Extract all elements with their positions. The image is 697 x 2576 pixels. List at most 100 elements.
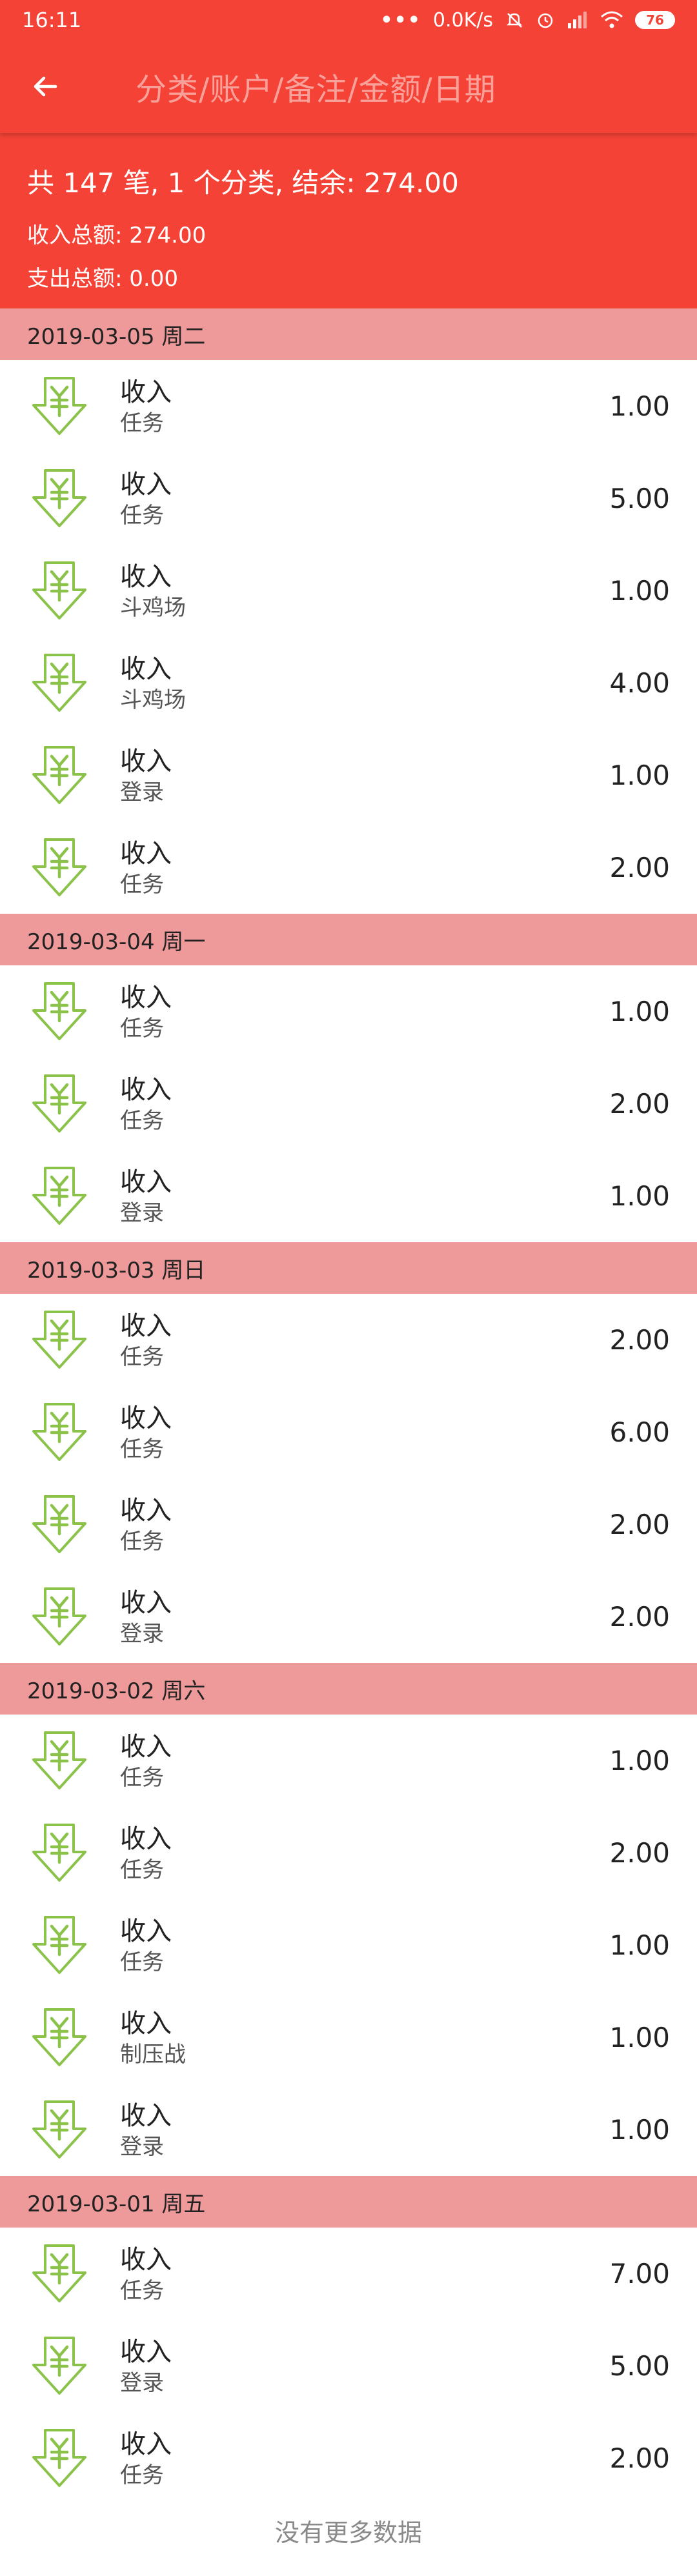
list-item[interactable]: 收入 登录 2.00	[0, 1571, 697, 1663]
item-category: 登录	[120, 1620, 164, 1647]
item-title: 收入	[120, 1824, 172, 1854]
item-title: 收入	[120, 1167, 172, 1197]
list-item[interactable]: 收入 任务 2.00	[0, 1478, 697, 1571]
list-item[interactable]: 收入任务 1.00	[0, 1899, 697, 1991]
income-yuan-icon	[32, 981, 86, 1040]
income-total: 收入总额: 274.00	[27, 223, 207, 248]
list-item[interactable]: 收入 斗鸡场 1.00	[0, 545, 697, 637]
item-category: 任务	[120, 1107, 164, 1134]
item-category: 登录	[120, 779, 164, 805]
item-title: 收入	[120, 1403, 172, 1433]
no-more-data-footer: 没有更多数据	[274, 2518, 422, 2547]
item-title: 收入	[120, 2337, 172, 2367]
list-item[interactable]: 收入 登录 1.00	[0, 1150, 697, 1242]
item-amount: 5.00	[609, 2350, 670, 2382]
net-speed: 0.0K/s	[432, 8, 493, 32]
signal-icon	[567, 10, 589, 30]
income-yuan-icon	[32, 2428, 86, 2487]
list-item[interactable]: 收入 斗鸡场 4.00	[0, 637, 697, 729]
status-icons: ••• 0.0K/s 76	[380, 9, 675, 32]
date-group: 2019-03-05 周二 收入 任务 1.00 收入 任务 5.00 收入 斗鸡场 1.0…	[0, 308, 697, 914]
item-category: 登录	[120, 2133, 164, 2160]
item-amount: 1.00	[609, 575, 670, 607]
item-title: 收入	[120, 1311, 172, 1341]
item-amount: 1.00	[609, 996, 670, 1027]
list-item[interactable]: 收入 制压战 1.00	[0, 1991, 697, 2084]
date-group: 2019-03-04 周一 收入 任务 1.00 收入 任务 2.00 收入 登录 1.00	[0, 914, 697, 1242]
list-item[interactable]: 收入 任务 2.00	[0, 821, 697, 914]
item-amount: 2.00	[609, 1837, 670, 1869]
income-yuan-icon	[32, 1494, 86, 1553]
list-item[interactable]: 收入 任务 2.00	[0, 1058, 697, 1150]
status-bar: 16:11 ••• 0.0K/s 76	[0, 0, 697, 40]
income-yuan-icon	[32, 1166, 86, 1225]
income-yuan-icon	[32, 745, 86, 804]
item-amount: 2.00	[609, 852, 670, 883]
item-category: 任务	[120, 1857, 164, 1883]
item-amount: 1.00	[609, 390, 670, 422]
item-title: 收入	[120, 2429, 172, 2459]
item-category: 任务	[120, 871, 164, 898]
item-title: 收入	[120, 838, 172, 869]
list-item[interactable]: 收入登录 1.00	[0, 729, 697, 821]
item-title: 收入	[120, 2008, 172, 2038]
item-category: 任务	[120, 1949, 164, 1975]
list-item[interactable]: 收入 任务 1.00	[0, 1715, 697, 1807]
income-yuan-icon	[32, 1731, 86, 1789]
date-group: 2019-03-01 周五 收入 任务 7.00 收入 登录 5.00 收入 任务 2.00	[0, 2176, 697, 2504]
list-item[interactable]: 收入 任务 5.00	[0, 452, 697, 545]
battery-icon: 76	[635, 11, 675, 29]
item-category: 登录	[120, 2370, 164, 2396]
back-arrow-icon[interactable]	[26, 67, 65, 106]
income-yuan-icon	[32, 838, 86, 896]
date-group-header: 2019-03-03 周日	[0, 1242, 697, 1294]
list-item[interactable]: 收入 任务 2.00	[0, 2412, 697, 2504]
item-amount: 6.00	[609, 1416, 670, 1448]
income-yuan-icon	[32, 376, 86, 435]
item-category: 制压战	[120, 2041, 186, 2068]
income-yuan-icon	[32, 1823, 86, 1882]
item-title: 收入	[120, 1074, 172, 1105]
status-time: 16:11	[22, 8, 82, 32]
date-group-header: 2019-03-02 周六	[0, 1663, 697, 1715]
income-yuan-icon	[32, 1402, 86, 1461]
date-group-header: 2019-03-01 周五	[0, 2176, 697, 2228]
summary-headline: 共 147 笔, 1 个分类, 结余: 274.00	[27, 167, 459, 199]
list-item[interactable]: 收入 任务 1.00	[0, 965, 697, 1058]
item-amount: 1.00	[609, 760, 670, 791]
toolbar: 分类/账户/备注/金额/日期	[0, 40, 697, 133]
list-item[interactable]: 收入 登录 1.00	[0, 2084, 697, 2176]
item-category: 任务	[120, 1436, 164, 1462]
list-item[interactable]: 收入任务 2.00	[0, 1807, 697, 1899]
income-yuan-icon	[32, 2100, 86, 2158]
transaction-list: 2019-03-05 周二 收入 任务 1.00 收入 任务 5.00 收入 斗鸡场 1.0…	[0, 308, 697, 2504]
list-item[interactable]: 收入 任务 2.00	[0, 1294, 697, 1386]
item-amount: 1.00	[609, 1929, 670, 1961]
item-amount: 2.00	[609, 1324, 670, 1356]
item-amount: 1.00	[609, 1745, 670, 1776]
income-yuan-icon	[32, 468, 86, 527]
item-amount: 2.00	[609, 1509, 670, 1540]
income-yuan-icon	[32, 2336, 86, 2395]
income-yuan-icon	[32, 1074, 86, 1132]
item-amount: 5.00	[609, 483, 670, 514]
item-title: 收入	[120, 377, 172, 407]
item-category: 任务	[120, 1764, 164, 1791]
item-title: 收入	[120, 746, 172, 776]
income-yuan-icon	[32, 1587, 86, 1645]
item-title: 收入	[120, 982, 172, 1012]
alarm-icon	[536, 10, 555, 30]
more-notifications-icon: •••	[380, 8, 421, 32]
list-item[interactable]: 收入 任务 7.00	[0, 2228, 697, 2320]
list-item[interactable]: 收入任务 6.00	[0, 1386, 697, 1478]
item-category: 斗鸡场	[120, 687, 186, 713]
date-group-header: 2019-03-05 周二	[0, 308, 697, 360]
item-category: 任务	[120, 410, 164, 436]
wifi-icon	[600, 10, 623, 30]
search-filter-input[interactable]: 分类/账户/备注/金额/日期	[136, 64, 496, 109]
list-item[interactable]: 收入登录 5.00	[0, 2320, 697, 2412]
item-title: 收入	[120, 1731, 172, 1762]
item-title: 收入	[120, 1916, 172, 1946]
list-item[interactable]: 收入任务 1.00	[0, 360, 697, 452]
item-title: 收入	[120, 469, 172, 499]
